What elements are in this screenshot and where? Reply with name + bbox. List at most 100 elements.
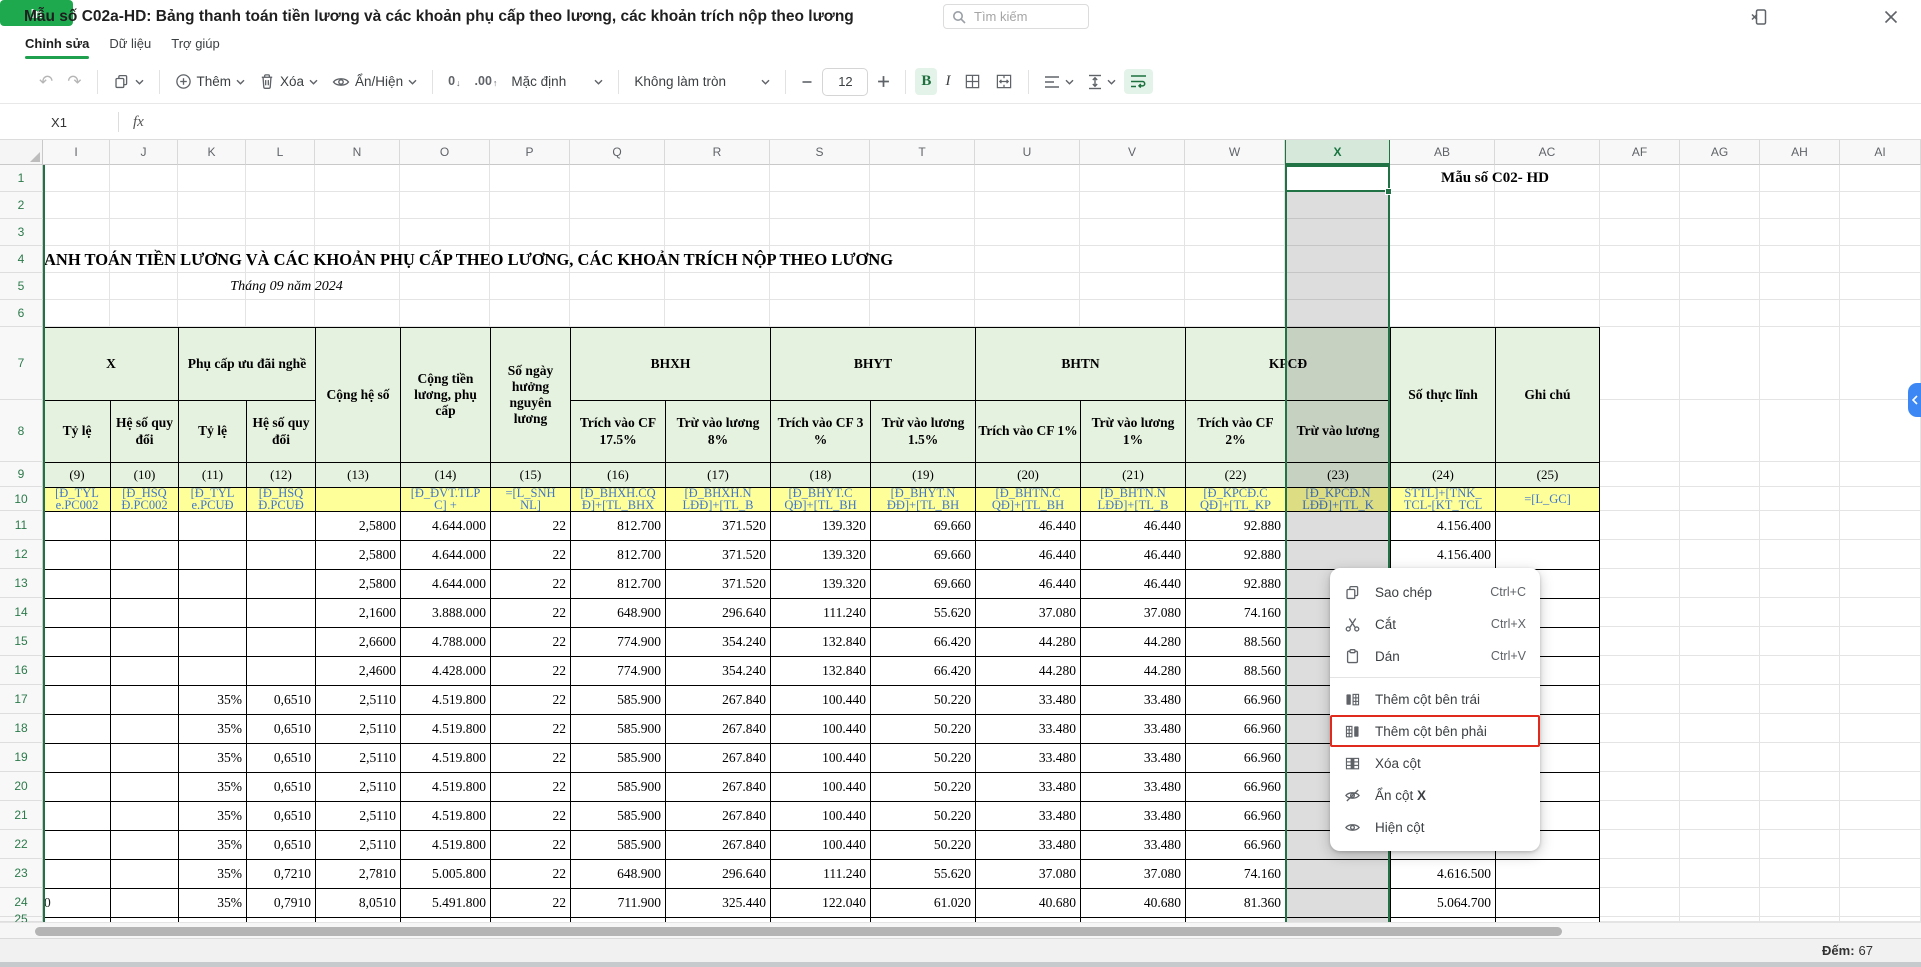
cell[interactable]: [110, 165, 178, 192]
cell[interactable]: [1285, 192, 1390, 219]
table-subheader-I[interactable]: Tỷ lệ: [43, 400, 110, 462]
cell[interactable]: [1840, 540, 1921, 569]
table-colnum-AB[interactable]: (24): [1390, 462, 1495, 487]
cell[interactable]: [1080, 219, 1185, 246]
row-header-7[interactable]: 7: [0, 327, 43, 400]
data-cell-S21[interactable]: 100.440: [770, 801, 870, 830]
cell[interactable]: [1285, 300, 1390, 327]
table-subheader-Q[interactable]: Trích vào CF 17.5%: [570, 400, 665, 462]
data-cell-P15[interactable]: 22: [490, 627, 570, 656]
data-cell-N13[interactable]: 2,5800: [315, 569, 400, 598]
cell[interactable]: [870, 300, 975, 327]
copy-button[interactable]: [107, 68, 150, 95]
row-header-4[interactable]: 4: [0, 246, 43, 273]
data-cell-V20[interactable]: 33.480: [1080, 772, 1185, 801]
close-button[interactable]: [1878, 5, 1904, 29]
data-cell-I12[interactable]: [43, 540, 110, 569]
data-cell-U15[interactable]: 44.280: [975, 627, 1080, 656]
cell[interactable]: [1680, 598, 1760, 627]
cell[interactable]: [1600, 540, 1680, 569]
data-cell-I13[interactable]: [43, 569, 110, 598]
cell[interactable]: [975, 300, 1080, 327]
show-column-menu-item[interactable]: Hiện cột: [1330, 811, 1540, 843]
table-colnum-I[interactable]: (9): [43, 462, 110, 487]
data-cell-Q18[interactable]: 585.900: [570, 714, 665, 743]
data-cell-U23[interactable]: 37.080: [975, 859, 1080, 888]
cell[interactable]: [1760, 888, 1840, 917]
data-cell-N12[interactable]: 2,5800: [315, 540, 400, 569]
data-cell-AB24[interactable]: 5.064.700: [1390, 888, 1495, 917]
search-input[interactable]: [972, 8, 1080, 25]
table-colnum-J[interactable]: (10): [110, 462, 178, 487]
data-cell-O21[interactable]: 4.519.800: [400, 801, 490, 830]
data-cell-K20[interactable]: 35%: [178, 772, 246, 801]
data-cell-S18[interactable]: 100.440: [770, 714, 870, 743]
data-cell-X12[interactable]: [1285, 540, 1390, 569]
cell[interactable]: [770, 219, 870, 246]
row-header-8[interactable]: 8: [0, 400, 43, 462]
cell[interactable]: [1840, 656, 1921, 685]
data-cell-X24[interactable]: [1285, 888, 1390, 917]
cell[interactable]: [1390, 219, 1495, 246]
data-cell-P11[interactable]: 22: [490, 511, 570, 540]
table-header-Q[interactable]: BHXH: [570, 327, 770, 400]
cell[interactable]: [870, 273, 975, 300]
data-cell-V19[interactable]: 33.480: [1080, 743, 1185, 772]
data-cell-S25[interactable]: [770, 917, 870, 922]
cell[interactable]: [1680, 656, 1760, 685]
cell[interactable]: [1285, 246, 1390, 273]
data-cell-S12[interactable]: 139.320: [770, 540, 870, 569]
cell[interactable]: [770, 192, 870, 219]
data-cell-U16[interactable]: 44.280: [975, 656, 1080, 685]
cell[interactable]: [665, 219, 770, 246]
data-cell-L23[interactable]: 0,7210: [246, 859, 315, 888]
data-cell-U19[interactable]: 33.480: [975, 743, 1080, 772]
increase-font-button[interactable]: [871, 70, 896, 93]
table-subheader-X[interactable]: Trừ vào lương: [1285, 400, 1390, 462]
column-header-K[interactable]: K: [178, 140, 246, 165]
cell[interactable]: [1285, 273, 1390, 300]
cell[interactable]: [870, 219, 975, 246]
data-cell-I19[interactable]: [43, 743, 110, 772]
data-cell-Q19[interactable]: 585.900: [570, 743, 665, 772]
data-cell-Q22[interactable]: 585.900: [570, 830, 665, 859]
data-cell-T14[interactable]: 55.620: [870, 598, 975, 627]
data-cell-J25[interactable]: [110, 917, 178, 922]
data-cell-K13[interactable]: [178, 569, 246, 598]
data-cell-R25[interactable]: [665, 917, 770, 922]
data-cell-U25[interactable]: [975, 917, 1080, 922]
formula-cell-T[interactable]: [Đ_BHYT.NĐĐ]+[TL_BH: [870, 487, 975, 511]
table-subheader-U[interactable]: Trích vào CF 1%: [975, 400, 1080, 462]
column-header-R[interactable]: R: [665, 140, 770, 165]
search-box[interactable]: [943, 4, 1089, 29]
cell[interactable]: [178, 165, 246, 192]
data-cell-T19[interactable]: 50.220: [870, 743, 975, 772]
table-header-AC[interactable]: Ghi chú: [1495, 327, 1600, 462]
column-header-AH[interactable]: AH: [1760, 140, 1840, 165]
cell[interactable]: [1495, 246, 1600, 273]
number-format-select[interactable]: Mặc định: [505, 69, 609, 94]
formula-cell-AB[interactable]: STTL]+[TNK_TCL-[KT_TCL: [1390, 487, 1495, 511]
data-cell-U11[interactable]: 46.440: [975, 511, 1080, 540]
data-cell-Q25[interactable]: [570, 917, 665, 922]
row-header-13[interactable]: 13: [0, 569, 43, 598]
add-button[interactable]: Thêm: [169, 68, 252, 95]
cell[interactable]: [1760, 859, 1840, 888]
data-cell-T18[interactable]: 50.220: [870, 714, 975, 743]
spreadsheet-grid[interactable]: IJKLNOPQRSTUVWXABACAFAGAHAI1234567891011…: [0, 140, 1921, 922]
data-cell-R17[interactable]: 267.840: [665, 685, 770, 714]
data-cell-L25[interactable]: [246, 917, 315, 922]
table-header-AB[interactable]: Số thực lĩnh: [1390, 327, 1495, 462]
cell[interactable]: [43, 300, 110, 327]
cell[interactable]: [1760, 569, 1840, 598]
formula-cell-P[interactable]: =[L_SNHNL]: [490, 487, 570, 511]
data-cell-I17[interactable]: [43, 685, 110, 714]
data-cell-U21[interactable]: 33.480: [975, 801, 1080, 830]
data-cell-Q20[interactable]: 585.900: [570, 772, 665, 801]
cell[interactable]: [1840, 165, 1921, 192]
formula-cell-N[interactable]: [315, 487, 400, 511]
cell[interactable]: [1495, 192, 1600, 219]
cell[interactable]: [1840, 859, 1921, 888]
column-header-AI[interactable]: AI: [1840, 140, 1921, 165]
cell[interactable]: [1760, 801, 1840, 830]
